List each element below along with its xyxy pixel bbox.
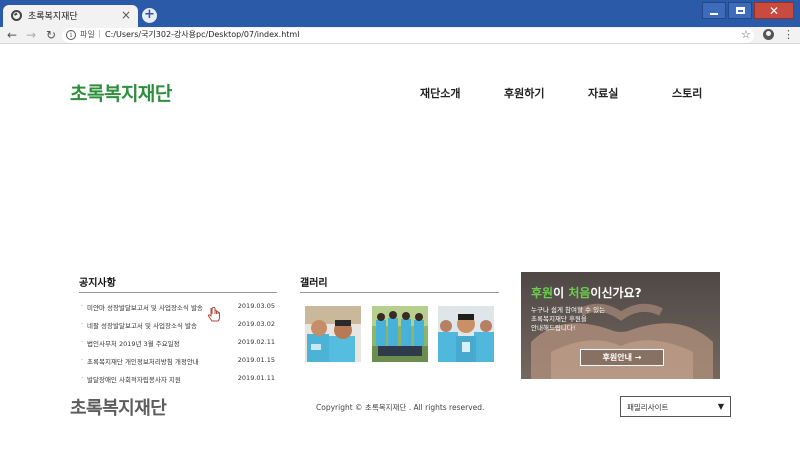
copyright-text: Copyright © 초록복지재단 . All rights reserved…	[316, 403, 485, 412]
chevron-down-icon: ▼	[717, 402, 724, 411]
close-window-button[interactable]: ✕	[754, 2, 794, 19]
notice-item[interactable]: 미얀마 성장발달보고서 및 사업장소식 발송 2019.03.05	[79, 297, 277, 315]
notice-item-title[interactable]: 발달장애인 사회적자립봉사자 지원	[81, 374, 181, 384]
gallery-divider	[300, 292, 499, 293]
site-logo[interactable]: 초록복지재단	[70, 79, 172, 106]
volunteers-photo-3	[438, 306, 494, 362]
banner-subtext: 누구나 쉽게 참여할 수 있는 초록복지재단 후원을 안내해드립니다!	[531, 306, 605, 333]
notice-item-date: 2019.03.05	[237, 302, 275, 310]
nav-item-story[interactable]: 스토리	[672, 85, 756, 101]
notice-item-date: 2019.03.02	[237, 320, 275, 328]
globe-icon	[11, 10, 22, 21]
forward-arrow-icon[interactable]: →	[26, 28, 36, 42]
info-icon[interactable]: i	[66, 30, 76, 40]
banner-headline: 후원이 처음이신가요?	[531, 284, 642, 301]
notice-divider	[79, 292, 277, 293]
volunteers-photo-1	[305, 306, 361, 362]
main-nav: 재단소개 후원하기 자료실 스토리	[420, 85, 756, 101]
back-arrow-icon[interactable]: ←	[7, 28, 17, 42]
profile-icon[interactable]	[763, 29, 774, 40]
banner-headline-green-1: 후원	[531, 286, 554, 300]
notice-item[interactable]: 법인사무처 2019년 3월 주요일정 2019.02.11	[79, 333, 277, 351]
browser-toolbar: ← → ↻ i 파일 | C:/Users/국기302-강사용pc/Deskto…	[0, 27, 800, 44]
nav-item-donate[interactable]: 후원하기	[504, 85, 588, 101]
minimize-icon	[710, 12, 718, 15]
close-tab-icon[interactable]: ×	[121, 7, 131, 23]
close-icon: ✕	[768, 3, 780, 18]
family-site-label: 패밀리사이트	[627, 403, 669, 412]
web-page: 초록복지재단 재단소개 후원하기 자료실 스토리 공지사항 미얀마 성장발달보고…	[0, 45, 800, 460]
notice-title: 공지사항	[79, 278, 116, 289]
donation-guide-button[interactable]: 후원안내 →	[580, 349, 664, 366]
family-site-select[interactable]: 패밀리사이트 ▼	[620, 396, 731, 417]
gallery-title: 갤러리	[300, 278, 328, 289]
new-tab-button[interactable]: +	[142, 8, 157, 23]
volunteers-photo-2	[372, 306, 428, 362]
address-bar[interactable]: i 파일 | C:/Users/국기302-강사용pc/Desktop/07/i…	[62, 28, 754, 43]
banner-subtext-line: 누구나 쉽게 참여할 수 있는	[531, 306, 606, 314]
notice-section: 공지사항 미얀마 성장발달보고서 및 사업장소식 발송 2019.03.05 네…	[79, 274, 277, 387]
hand-cursor-icon	[207, 307, 221, 322]
notice-item-title[interactable]: 초록복지재단 개인정보처리방침 개정안내	[81, 356, 199, 366]
gallery-thumbnails	[300, 306, 499, 366]
gallery-photo[interactable]	[438, 306, 494, 362]
notice-item[interactable]: 초록복지재단 개인정보처리방침 개정안내 2019.01.15	[79, 351, 277, 369]
banner-subtext-line: 초록복지재단 후원을	[531, 315, 587, 323]
notice-item-title[interactable]: 법인사무처 2019년 3월 주요일정	[81, 338, 180, 348]
nav-item-resources[interactable]: 자료실	[588, 85, 672, 101]
gallery-photo[interactable]	[305, 306, 361, 362]
gallery-section: 갤러리	[300, 274, 499, 366]
notice-item-title[interactable]: 미얀마 성장발달보고서 및 사업장소식 발송	[81, 302, 203, 312]
maximize-button[interactable]	[728, 2, 752, 19]
banner-headline-white-1: 이	[553, 286, 569, 300]
bookmark-star-icon[interactable]: ☆	[741, 27, 751, 42]
file-scheme-label: 파일	[80, 30, 95, 39]
browser-title-bar: 초록복지재단 × + ✕	[0, 0, 800, 27]
address-separator: |	[98, 29, 101, 38]
tab-title: 초록복지재단	[28, 12, 78, 22]
address-text[interactable]: C:/Users/국기302-강사용pc/Desktop/07/index.ht…	[105, 29, 299, 40]
notice-item-date: 2019.01.11	[237, 374, 275, 382]
notice-item-date: 2019.02.11	[237, 338, 275, 346]
donation-banner[interactable]: 후원이 처음이신가요? 누구나 쉽게 참여할 수 있는 초록복지재단 후원을 안…	[521, 272, 720, 379]
browser-tab[interactable]: 초록복지재단 ×	[3, 5, 138, 27]
menu-dots-icon[interactable]: ⋮	[783, 27, 794, 42]
banner-headline-green-2: 처음	[568, 286, 591, 300]
notice-item[interactable]: 네팔 성장발달보고서 및 사업장소식 발송 2019.03.02	[79, 315, 277, 333]
gallery-photo[interactable]	[372, 306, 428, 362]
banner-subtext-line: 안내해드립니다!	[531, 324, 576, 332]
footer-logo: 초록복지재단	[70, 398, 167, 419]
nav-item-about[interactable]: 재단소개	[420, 85, 504, 101]
maximize-icon	[735, 7, 745, 14]
notice-item-date: 2019.01.15	[237, 356, 275, 364]
notice-item[interactable]: 발달장애인 사회적자립봉사자 지원 2019.01.11	[79, 369, 277, 387]
notice-item-title[interactable]: 네팔 성장발달보고서 및 사업장소식 발송	[81, 320, 197, 330]
minimize-button[interactable]	[702, 2, 726, 19]
reload-icon[interactable]: ↻	[46, 28, 56, 42]
window-controls: ✕	[702, 2, 794, 19]
banner-headline-white-2: 이신가요?	[590, 286, 642, 300]
